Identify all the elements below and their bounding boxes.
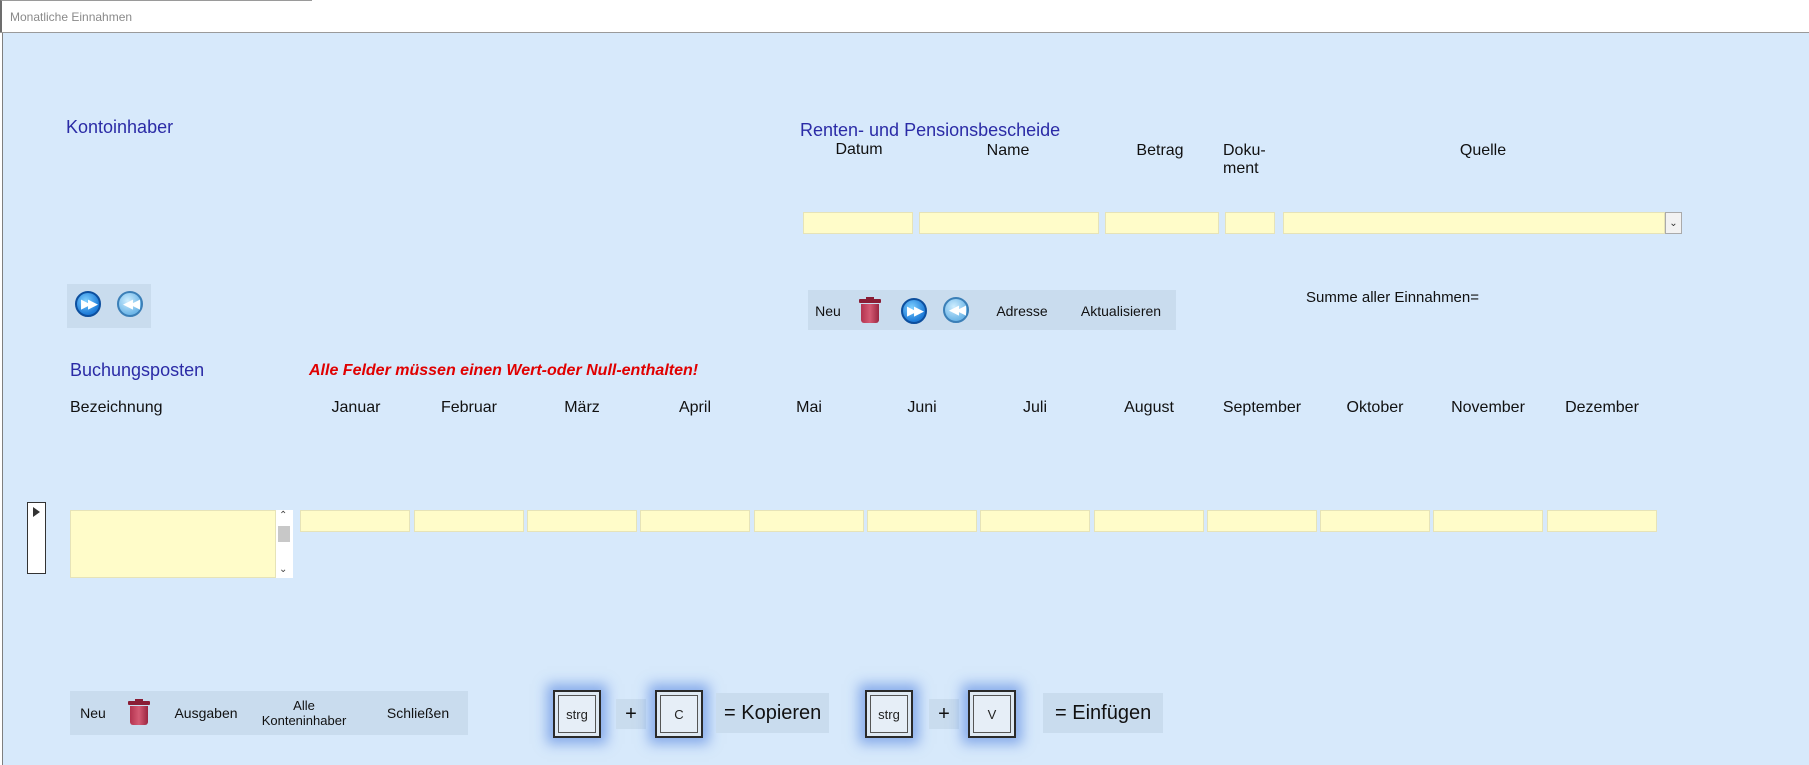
betrag-field[interactable]	[1105, 212, 1219, 234]
document-tab-title: Monatliche Einnahmen	[10, 10, 133, 24]
dokument-field[interactable]	[1225, 212, 1275, 234]
fast-forward-icon[interactable]: ▶▶	[75, 291, 101, 317]
renten-heading: Renten- und Pensionsbescheide	[800, 120, 1061, 140]
month-field-juli[interactable]	[980, 510, 1090, 532]
document-tab-bar: Monatliche Einnahmen	[0, 0, 1809, 33]
ausgaben-button[interactable]: Ausgaben	[169, 697, 243, 729]
kopieren-label: = Kopieren	[716, 693, 830, 733]
strg-key-icon: strg	[553, 690, 601, 738]
chevron-down-icon[interactable]: ⌄	[1665, 212, 1682, 234]
month-label-september: September	[1222, 399, 1302, 416]
document-tab[interactable]: Monatliche Einnahmen	[0, 0, 312, 32]
month-label-maerz: März	[564, 399, 600, 416]
month-field-oktober[interactable]	[1320, 510, 1430, 532]
einfuegen-label: = Einfügen	[1043, 693, 1164, 733]
current-record-icon	[33, 507, 40, 517]
bezeichnung-scrollbar[interactable]: ⌃ ⌄	[276, 510, 293, 578]
summe-label: Summe aller Einnahmen=	[1306, 289, 1480, 306]
col-label-betrag: Betrag	[1136, 142, 1184, 159]
form-area: Kontoinhaber Renten- und Pensionsbeschei…	[2, 33, 1809, 765]
month-field-januar[interactable]	[300, 510, 410, 532]
scroll-up-icon[interactable]: ⌃	[279, 510, 287, 521]
month-field-februar[interactable]	[414, 510, 524, 532]
month-field-maerz[interactable]	[527, 510, 637, 532]
month-label-februar: Februar	[440, 399, 498, 416]
alle-konteninhaber-label-line1: Alle	[293, 698, 315, 713]
c-key-icon: C	[655, 690, 703, 738]
month-field-april[interactable]	[640, 510, 750, 532]
rewind-icon[interactable]: ◀◀	[117, 291, 143, 317]
col-label-dokument: Doku- ment	[1223, 142, 1266, 177]
trash-icon[interactable]	[128, 699, 150, 725]
month-label-oktober: Oktober	[1346, 399, 1404, 416]
month-field-august[interactable]	[1094, 510, 1204, 532]
record-selector[interactable]	[27, 502, 46, 574]
bezeichnung-label: Bezeichnung	[70, 399, 163, 416]
month-label-april: April	[678, 399, 711, 416]
scroll-down-icon[interactable]: ⌄	[279, 564, 287, 575]
month-label-dezember: Dezember	[1565, 399, 1639, 416]
plus-sign: +	[929, 699, 959, 729]
month-field-juni[interactable]	[867, 510, 977, 532]
month-label-mai: Mai	[796, 399, 822, 416]
bezeichnung-field[interactable]	[70, 510, 276, 578]
month-label-januar: Januar	[331, 399, 381, 416]
name-field[interactable]	[919, 212, 1099, 234]
alle-konteninhaber-button[interactable]: Alle Konteninhaber	[249, 692, 359, 734]
month-label-august: August	[1124, 399, 1174, 416]
month-label-juni: Juni	[907, 399, 937, 416]
month-field-september[interactable]	[1207, 510, 1317, 532]
month-field-mai[interactable]	[754, 510, 864, 532]
alle-konteninhaber-label-line2: Konteninhaber	[261, 713, 347, 728]
buchungsposten-heading: Buchungsposten	[70, 360, 205, 380]
aktualisieren-button[interactable]: Aktualisieren	[1069, 296, 1173, 326]
scrollbar-thumb[interactable]	[278, 526, 290, 542]
col-label-quelle: Quelle	[1459, 142, 1507, 159]
trash-icon[interactable]	[859, 297, 881, 323]
bottom-neu-button[interactable]: Neu	[75, 697, 111, 729]
renten-neu-button[interactable]: Neu	[810, 296, 846, 326]
kontoinhaber-heading: Kontoinhaber	[66, 117, 174, 137]
month-label-november: November	[1451, 399, 1525, 416]
month-label-juli: Juli	[1022, 399, 1047, 416]
datum-field[interactable]	[803, 212, 913, 234]
v-key-icon: V	[968, 690, 1016, 738]
plus-sign: +	[616, 699, 646, 729]
adresse-button[interactable]: Adresse	[983, 296, 1061, 326]
schliessen-button[interactable]: Schließen	[375, 697, 461, 729]
quelle-combobox[interactable]	[1283, 212, 1665, 234]
fast-forward-icon[interactable]: ▶▶	[901, 298, 927, 324]
month-field-dezember[interactable]	[1547, 510, 1657, 532]
rewind-icon[interactable]: ◀◀	[943, 297, 969, 323]
month-field-november[interactable]	[1433, 510, 1543, 532]
warning-text: Alle Felder müssen einen Wert-oder Null-…	[309, 362, 699, 379]
col-label-datum: Datum	[835, 141, 883, 158]
col-label-name: Name	[986, 142, 1030, 159]
strg-key-icon: strg	[865, 690, 913, 738]
